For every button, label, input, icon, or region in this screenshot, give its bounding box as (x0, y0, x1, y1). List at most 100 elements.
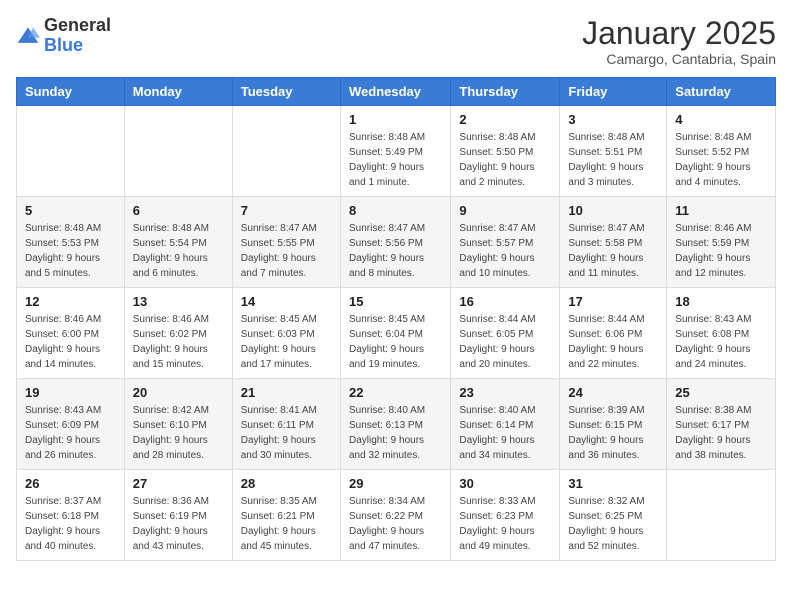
day-number: 6 (133, 203, 224, 218)
day-number: 17 (568, 294, 658, 309)
calendar-cell: 29 Sunrise: 8:34 AM Sunset: 6:22 PM Dayli… (340, 470, 450, 561)
calendar-cell: 26 Sunrise: 8:37 AM Sunset: 6:18 PM Dayli… (17, 470, 125, 561)
day-number: 5 (25, 203, 116, 218)
day-number: 28 (241, 476, 332, 491)
day-header-monday: Monday (124, 78, 232, 106)
day-header-saturday: Saturday (667, 78, 776, 106)
day-info: Sunrise: 8:42 AM Sunset: 6:10 PM Dayligh… (133, 403, 224, 463)
day-info: Sunrise: 8:48 AM Sunset: 5:51 PM Dayligh… (568, 130, 658, 190)
day-info: Sunrise: 8:37 AM Sunset: 6:18 PM Dayligh… (25, 494, 116, 554)
day-info: Sunrise: 8:43 AM Sunset: 6:09 PM Dayligh… (25, 403, 116, 463)
day-number: 22 (349, 385, 442, 400)
calendar-cell: 13Sunrise: 8:46 AM Sunset: 6:02 PM Dayli… (124, 288, 232, 379)
page-header: General Blue January 2025 Camargo, Canta… (16, 16, 776, 67)
day-info: Sunrise: 8:44 AM Sunset: 6:05 PM Dayligh… (459, 312, 551, 372)
day-info: Sunrise: 8:39 AM Sunset: 6:15 PM Dayligh… (568, 403, 658, 463)
day-info: Sunrise: 8:48 AM Sunset: 5:54 PM Dayligh… (133, 221, 224, 281)
subtitle: Camargo, Cantabria, Spain (582, 51, 776, 67)
calendar-cell: 20 Sunrise: 8:42 AM Sunset: 6:10 PM Dayli… (124, 379, 232, 470)
calendar-cell: 3 Sunrise: 8:48 AM Sunset: 5:51 PM Daylig… (560, 106, 667, 197)
calendar-cell: 1 Sunrise: 8:48 AM Sunset: 5:49 PM Daylig… (340, 106, 450, 197)
day-number: 29 (349, 476, 442, 491)
day-number: 11 (675, 203, 767, 218)
calendar-cell: 10Sunrise: 8:47 AM Sunset: 5:58 PM Dayli… (560, 197, 667, 288)
day-header-tuesday: Tuesday (232, 78, 340, 106)
day-info: Sunrise: 8:46 AM Sunset: 6:00 PM Dayligh… (25, 312, 116, 372)
calendar-week-row: 12 Sunrise: 8:46 AM Sunset: 6:00 PM Dayli… (17, 288, 776, 379)
day-number: 19 (25, 385, 116, 400)
calendar-week-row: 19 Sunrise: 8:43 AM Sunset: 6:09 PM Dayli… (17, 379, 776, 470)
day-number: 4 (675, 112, 767, 127)
day-number: 30 (459, 476, 551, 491)
day-info: Sunrise: 8:48 AM Sunset: 5:52 PM Dayligh… (675, 130, 767, 190)
calendar-header-row: SundayMondayTuesdayWednesdayThursdayFrid… (17, 78, 776, 106)
title-block: January 2025 Camargo, Cantabria, Spain (582, 16, 776, 67)
day-number: 13 (133, 294, 224, 309)
calendar-cell: 14 Sunrise: 8:45 AM Sunset: 6:03 PM Dayli… (232, 288, 340, 379)
calendar-week-row: 5 Sunrise: 8:48 AM Sunset: 5:53 PM Daylig… (17, 197, 776, 288)
day-info: Sunrise: 8:48 AM Sunset: 5:53 PM Dayligh… (25, 221, 116, 281)
calendar-cell: 18Sunrise: 8:43 AM Sunset: 6:08 PM Dayli… (667, 288, 776, 379)
calendar-cell: 11 Sunrise: 8:46 AM Sunset: 5:59 PM Dayli… (667, 197, 776, 288)
logo-icon (16, 24, 40, 48)
day-number: 2 (459, 112, 551, 127)
day-info: Sunrise: 8:38 AM Sunset: 6:17 PM Dayligh… (675, 403, 767, 463)
day-info: Sunrise: 8:45 AM Sunset: 6:04 PM Dayligh… (349, 312, 442, 372)
day-number: 3 (568, 112, 658, 127)
logo: General Blue (16, 16, 111, 56)
day-number: 15 (349, 294, 442, 309)
day-header-friday: Friday (560, 78, 667, 106)
day-info: Sunrise: 8:47 AM Sunset: 5:56 PM Dayligh… (349, 221, 442, 281)
day-number: 7 (241, 203, 332, 218)
day-info: Sunrise: 8:47 AM Sunset: 5:55 PM Dayligh… (241, 221, 332, 281)
day-info: Sunrise: 8:32 AM Sunset: 6:25 PM Dayligh… (568, 494, 658, 554)
day-info: Sunrise: 8:33 AM Sunset: 6:23 PM Dayligh… (459, 494, 551, 554)
day-number: 20 (133, 385, 224, 400)
calendar-cell: 5 Sunrise: 8:48 AM Sunset: 5:53 PM Daylig… (17, 197, 125, 288)
day-number: 18 (675, 294, 767, 309)
day-header-sunday: Sunday (17, 78, 125, 106)
day-info: Sunrise: 8:47 AM Sunset: 5:57 PM Dayligh… (459, 221, 551, 281)
day-number: 16 (459, 294, 551, 309)
calendar-cell (17, 106, 125, 197)
day-info: Sunrise: 8:45 AM Sunset: 6:03 PM Dayligh… (241, 312, 332, 372)
calendar-cell: 2 Sunrise: 8:48 AM Sunset: 5:50 PM Daylig… (451, 106, 560, 197)
day-number: 1 (349, 112, 442, 127)
calendar-cell: 27Sunrise: 8:36 AM Sunset: 6:19 PM Dayli… (124, 470, 232, 561)
calendar-cell: 22 Sunrise: 8:40 AM Sunset: 6:13 PM Dayli… (340, 379, 450, 470)
day-info: Sunrise: 8:41 AM Sunset: 6:11 PM Dayligh… (241, 403, 332, 463)
calendar-cell: 9 Sunrise: 8:47 AM Sunset: 5:57 PM Daylig… (451, 197, 560, 288)
day-info: Sunrise: 8:44 AM Sunset: 6:06 PM Dayligh… (568, 312, 658, 372)
calendar-cell (232, 106, 340, 197)
day-info: Sunrise: 8:46 AM Sunset: 5:59 PM Dayligh… (675, 221, 767, 281)
day-number: 21 (241, 385, 332, 400)
day-number: 27 (133, 476, 224, 491)
main-title: January 2025 (582, 16, 776, 51)
day-number: 26 (25, 476, 116, 491)
calendar-cell: 8 Sunrise: 8:47 AM Sunset: 5:56 PM Daylig… (340, 197, 450, 288)
day-header-wednesday: Wednesday (340, 78, 450, 106)
day-number: 8 (349, 203, 442, 218)
calendar-cell (124, 106, 232, 197)
day-info: Sunrise: 8:48 AM Sunset: 5:49 PM Dayligh… (349, 130, 442, 190)
day-number: 9 (459, 203, 551, 218)
day-info: Sunrise: 8:48 AM Sunset: 5:50 PM Dayligh… (459, 130, 551, 190)
calendar-cell: 6 Sunrise: 8:48 AM Sunset: 5:54 PM Daylig… (124, 197, 232, 288)
day-number: 25 (675, 385, 767, 400)
calendar-cell: 12 Sunrise: 8:46 AM Sunset: 6:00 PM Dayli… (17, 288, 125, 379)
day-header-thursday: Thursday (451, 78, 560, 106)
day-number: 12 (25, 294, 116, 309)
day-number: 14 (241, 294, 332, 309)
day-info: Sunrise: 8:40 AM Sunset: 6:13 PM Dayligh… (349, 403, 442, 463)
calendar-week-row: 26 Sunrise: 8:37 AM Sunset: 6:18 PM Dayli… (17, 470, 776, 561)
calendar-cell: 4 Sunrise: 8:48 AM Sunset: 5:52 PM Daylig… (667, 106, 776, 197)
day-number: 24 (568, 385, 658, 400)
calendar-week-row: 1 Sunrise: 8:48 AM Sunset: 5:49 PM Daylig… (17, 106, 776, 197)
calendar-cell: 25 Sunrise: 8:38 AM Sunset: 6:17 PM Dayli… (667, 379, 776, 470)
logo-text-blue: Blue (44, 35, 83, 55)
day-info: Sunrise: 8:34 AM Sunset: 6:22 PM Dayligh… (349, 494, 442, 554)
calendar-cell (667, 470, 776, 561)
calendar-table: SundayMondayTuesdayWednesdayThursdayFrid… (16, 77, 776, 561)
calendar-cell: 30 Sunrise: 8:33 AM Sunset: 6:23 PM Dayli… (451, 470, 560, 561)
day-number: 31 (568, 476, 658, 491)
